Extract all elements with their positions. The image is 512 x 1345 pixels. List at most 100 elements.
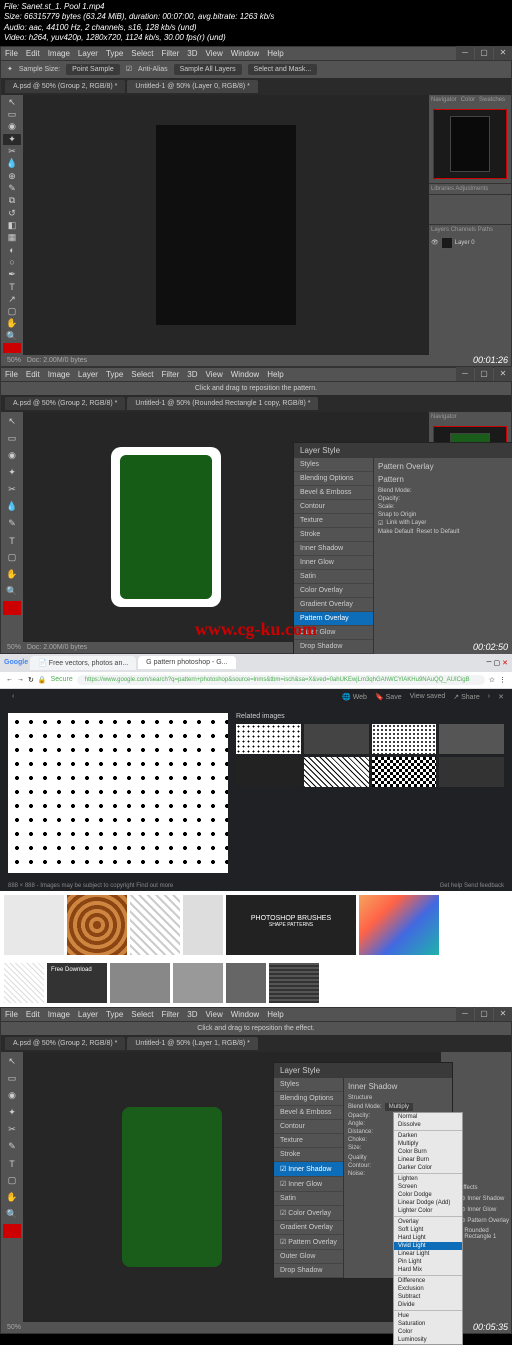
menu-icon[interactable]: ⋮ <box>499 676 506 684</box>
eye-icon[interactable]: 👁 <box>431 239 439 246</box>
type-tool[interactable]: T <box>3 1156 21 1172</box>
related-thumb[interactable] <box>236 724 301 754</box>
marquee-tool[interactable]: ▭ <box>3 109 21 120</box>
close-button[interactable]: ✕ <box>494 367 512 381</box>
ls-bevel[interactable]: Bevel & Emboss <box>274 1106 343 1120</box>
menu-file[interactable]: File <box>5 1010 18 1019</box>
blend-luminosity[interactable]: Luminosity <box>394 1336 462 1344</box>
reload-button[interactable]: ↻ <box>28 676 34 684</box>
minimize-button[interactable]: ─ <box>487 659 492 666</box>
blur-tool[interactable]: ◐ <box>3 244 21 255</box>
close-viewer[interactable]: ✕ <box>498 693 504 701</box>
related-thumb[interactable] <box>372 757 437 787</box>
menu-filter[interactable]: Filter <box>162 1010 180 1019</box>
blend-overlay[interactable]: Overlay <box>394 1218 462 1226</box>
ls-color-overlay[interactable]: Color Overlay <box>294 584 373 598</box>
minimize-button[interactable]: ─ <box>456 367 474 381</box>
menu-window[interactable]: Window <box>231 1010 259 1019</box>
ls-contour[interactable]: Contour <box>294 500 373 514</box>
marquee-tool[interactable]: ▭ <box>3 431 21 447</box>
ls-drop-shadow[interactable]: Drop Shadow <box>294 640 373 654</box>
forward-button[interactable]: → <box>17 676 24 683</box>
blend-hue[interactable]: Hue <box>394 1312 462 1320</box>
browser-tab-freepik[interactable]: 📄 Free vectors, photos an... <box>30 656 136 670</box>
crop-tool[interactable]: ✂ <box>3 482 21 498</box>
shape-tool[interactable]: ▢ <box>3 550 21 566</box>
select-mask-button[interactable]: Select and Mask... <box>248 64 318 75</box>
ls-blending[interactable]: Blending Options <box>294 472 373 486</box>
card-shape[interactable] <box>111 447 221 607</box>
blend-darkercolor[interactable]: Darker Color <box>394 1164 462 1172</box>
prev-arrow[interactable]: ‹ <box>12 693 14 701</box>
back-button[interactable]: ← <box>6 676 13 683</box>
minimize-button[interactable]: ─ <box>456 46 474 60</box>
brush-tool[interactable]: ✎ <box>3 516 21 532</box>
zoom-tool[interactable]: 🔍 <box>3 331 21 342</box>
blend-saturation[interactable]: Saturation <box>394 1320 462 1328</box>
ls-inner-shadow[interactable]: ☑ Inner Shadow <box>274 1162 343 1177</box>
blend-multiply[interactable]: Multiply <box>394 1140 462 1148</box>
sample-all-layers-button[interactable]: Sample All Layers <box>174 64 242 75</box>
menu-filter[interactable]: Filter <box>162 49 180 58</box>
result-thumb[interactable] <box>67 895 127 955</box>
zoom-tool[interactable]: 🔍 <box>3 1207 21 1223</box>
blend-softlight[interactable]: Soft Light <box>394 1226 462 1234</box>
blend-darken[interactable]: Darken <box>394 1132 462 1140</box>
foreground-color[interactable] <box>3 1224 21 1238</box>
canvas-area[interactable]: Layer Style Styles Blending Options Beve… <box>23 412 429 642</box>
related-thumb[interactable] <box>304 757 369 787</box>
menu-layer[interactable]: Layer <box>78 1010 98 1019</box>
lasso-tool[interactable]: ◉ <box>3 121 21 132</box>
menu-type[interactable]: Type <box>106 1010 123 1019</box>
menu-help[interactable]: Help <box>267 1010 283 1019</box>
adjustments-tab[interactable]: Adjustments <box>455 186 488 192</box>
zoom-tool[interactable]: 🔍 <box>3 584 21 600</box>
magic-wand-tool[interactable]: ✦ <box>3 1105 21 1121</box>
card-shape[interactable] <box>122 1107 222 1267</box>
web-button[interactable]: 🌐 Web <box>342 693 367 701</box>
related-thumb[interactable] <box>372 724 437 754</box>
result-thumb[interactable]: PHOTOSHOP BRUSHESSHAPE PATTERNS <box>226 895 356 955</box>
result-thumb[interactable] <box>130 895 180 955</box>
lasso-tool[interactable]: ◉ <box>3 448 21 464</box>
result-thumb[interactable] <box>4 963 44 1003</box>
result-thumb[interactable] <box>183 895 223 955</box>
crop-tool[interactable]: ✂ <box>3 146 21 157</box>
menu-view[interactable]: View <box>206 49 223 58</box>
menu-3d[interactable]: 3D <box>187 370 197 379</box>
ls-bevel[interactable]: Bevel & Emboss <box>294 486 373 500</box>
minimize-button[interactable]: ─ <box>456 1007 474 1021</box>
history-brush-tool[interactable]: ↺ <box>3 207 21 218</box>
foreground-color[interactable] <box>3 343 21 353</box>
ls-outer-glow[interactable]: Outer Glow <box>274 1250 343 1264</box>
menu-edit[interactable]: Edit <box>26 49 40 58</box>
main-image-preview[interactable] <box>8 713 228 873</box>
pen-tool[interactable]: ✒ <box>3 269 21 280</box>
result-thumb[interactable] <box>269 963 319 1003</box>
blend-lineardodge[interactable]: Linear Dodge (Add) <box>394 1199 462 1207</box>
ls-inner-glow[interactable]: Inner Glow <box>294 556 373 570</box>
star-icon[interactable]: ☆ <box>489 676 495 684</box>
view-saved-button[interactable]: View saved <box>410 693 446 701</box>
navigator-tab[interactable]: Navigator <box>431 97 457 103</box>
blend-exclusion[interactable]: Exclusion <box>394 1285 462 1293</box>
blend-vividlight[interactable]: Vivid Light <box>394 1242 462 1250</box>
move-tool[interactable]: ↖ <box>3 414 21 430</box>
ls-texture[interactable]: Texture <box>274 1134 343 1148</box>
move-tool[interactable]: ↖ <box>3 1054 21 1070</box>
maximize-button[interactable]: ▢ <box>475 46 493 60</box>
sample-size-dropdown[interactable]: Point Sample <box>66 64 120 75</box>
next-arrow[interactable]: › <box>488 693 490 701</box>
magic-wand-tool[interactable]: ✦ <box>3 134 21 145</box>
result-thumb[interactable] <box>110 963 170 1003</box>
menu-help[interactable]: Help <box>267 49 283 58</box>
marquee-tool[interactable]: ▭ <box>3 1071 21 1087</box>
ls-drop-shadow[interactable]: Drop Shadow <box>274 1264 343 1278</box>
menu-window[interactable]: Window <box>231 49 259 58</box>
close-button[interactable]: ✕ <box>502 659 508 667</box>
blend-linearburn[interactable]: Linear Burn <box>394 1156 462 1164</box>
brush-tool[interactable]: ✎ <box>3 1139 21 1155</box>
blend-normal[interactable]: Normal <box>394 1113 462 1121</box>
channels-tab[interactable]: Channels <box>451 227 476 233</box>
menu-view[interactable]: View <box>206 370 223 379</box>
